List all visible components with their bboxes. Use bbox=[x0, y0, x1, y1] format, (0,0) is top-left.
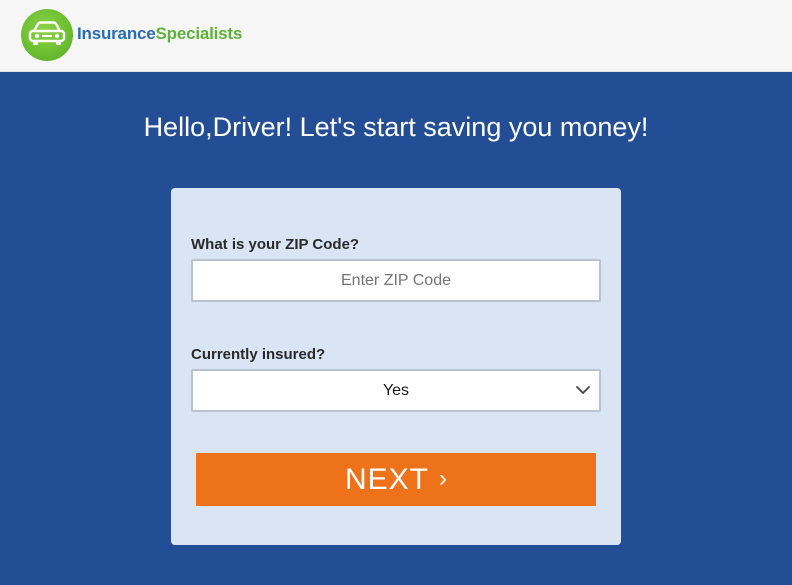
insured-select[interactable]: Yes bbox=[191, 369, 601, 412]
brand-name[interactable]: InsuranceSpecialists bbox=[77, 24, 242, 44]
brand-name-part1: Insurance bbox=[77, 24, 156, 43]
zip-label: What is your ZIP Code? bbox=[191, 236, 360, 253]
chevron-down-icon bbox=[576, 386, 590, 394]
quote-form-card: What is your ZIP Code? Currently insured… bbox=[171, 188, 621, 545]
chevron-right-icon: › bbox=[439, 464, 447, 492]
insured-select-value: Yes bbox=[382, 382, 410, 399]
car-icon bbox=[28, 21, 66, 45]
brand-name-part2: Specialists bbox=[155, 24, 243, 43]
hero-section: Hello,Driver! Let's start saving you mon… bbox=[0, 72, 792, 585]
hero-title: Hello,Driver! Let's start saving you mon… bbox=[143, 112, 649, 142]
site-header: InsuranceSpecialists bbox=[0, 0, 792, 72]
insured-label: Currently insured? bbox=[191, 346, 326, 363]
zip-input[interactable] bbox=[191, 259, 601, 302]
next-button[interactable]: NEXT › bbox=[196, 453, 596, 506]
logo-badge[interactable] bbox=[21, 9, 73, 61]
next-button-label: NEXT bbox=[344, 462, 429, 496]
